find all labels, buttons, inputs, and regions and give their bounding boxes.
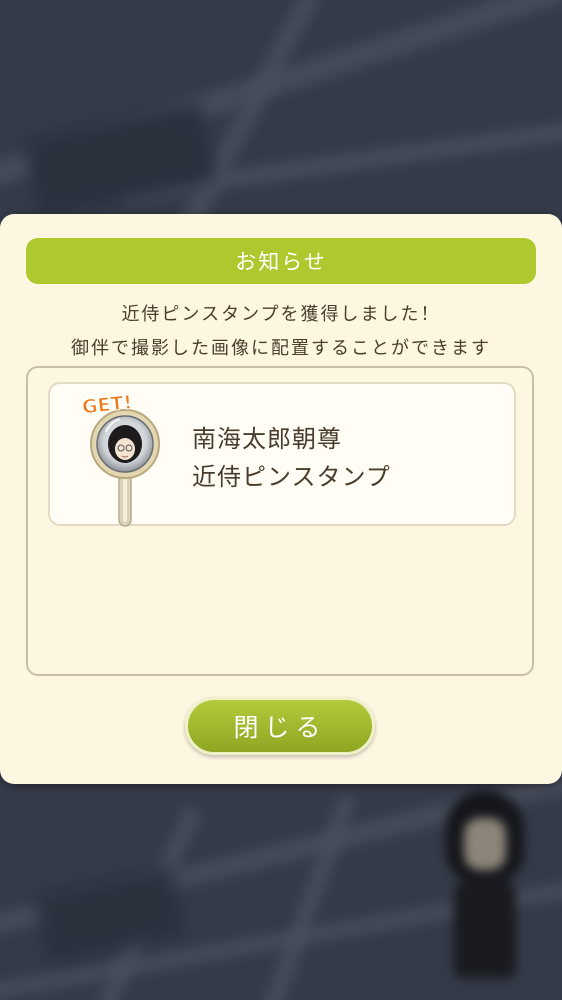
reward-item-card: GET! 南海太郎朝尊 近侍ピンスタンプ (48, 382, 516, 527)
blurred-character-pin (428, 790, 538, 1000)
reward-item-name-line-1: 南海太郎朝尊 (192, 425, 342, 453)
dialog-message: 近侍ピンスタンプを獲得しました！ 御伴で撮影した画像に配置することができます (0, 298, 562, 366)
reward-item-name: 南海太郎朝尊 近侍ピンスタンプ (192, 420, 391, 496)
message-line-2: 御伴で撮影した画像に配置することができます (71, 338, 491, 359)
close-button-label: 閉じる (233, 713, 327, 742)
dialog-title: お知らせ (26, 238, 536, 284)
dialog-title-text: お知らせ (235, 250, 327, 274)
notice-dialog: お知らせ 近侍ピンスタンプを獲得しました！ 御伴で撮影した画像に配置することがで… (0, 214, 562, 784)
reward-item-name-line-2: 近侍ピンスタンプ (192, 463, 391, 491)
close-button[interactable]: 閉じる (185, 697, 375, 755)
message-line-1: 近侍ピンスタンプを獲得しました！ (121, 304, 441, 325)
reward-list[interactable]: GET! 南海太郎朝尊 近侍ピンスタンプ (26, 366, 534, 676)
